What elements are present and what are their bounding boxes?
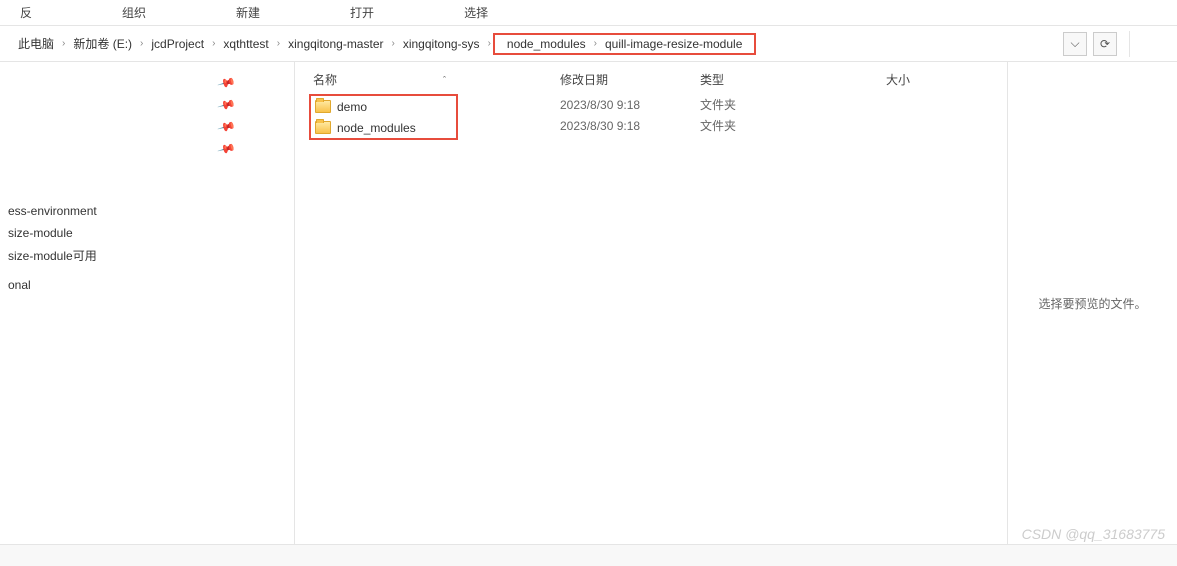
status-bar — [0, 544, 1177, 566]
column-type[interactable]: 类型 — [700, 71, 840, 88]
chevron-right-icon[interactable]: › — [275, 38, 282, 49]
highlighted-files: demo node_modules — [309, 94, 458, 140]
breadcrumb-item[interactable]: 新加卷 (E:) — [67, 35, 138, 52]
nav-item[interactable]: size-module可用 — [0, 244, 294, 266]
chevron-right-icon[interactable]: › — [592, 38, 599, 49]
pin-icon: 📌 — [217, 139, 237, 159]
file-row[interactable]: demo node_modules 2023/8/30 9:18文件夹2023/8/… — [295, 94, 1007, 140]
chevron-right-icon[interactable]: › — [138, 38, 145, 49]
nav-item[interactable]: size-module — [0, 222, 294, 244]
refresh-icon: ⟳ — [1100, 37, 1110, 51]
file-name-cell: demo — [311, 100, 367, 114]
breadcrumb-item[interactable]: jcdProject — [145, 37, 210, 51]
sort-indicator-icon: ˆ — [443, 75, 446, 85]
nav-item[interactable]: onal — [0, 274, 294, 296]
nav-label: onal — [4, 278, 31, 292]
chevron-right-icon[interactable]: › — [390, 38, 397, 49]
breadcrumb-item[interactable]: node_modules — [501, 37, 592, 51]
search-input[interactable] — [1129, 31, 1169, 57]
ribbon-toolbar: 反 组织 新建 打开 选择 — [0, 0, 1177, 26]
column-size[interactable]: 大小 — [840, 71, 920, 88]
column-headers: 名称 ˆ 修改日期 类型 大小 — [295, 66, 1007, 94]
nav-label: ess-environment — [4, 204, 97, 218]
highlighted-path: node_modules› quill-image-resize-module — [493, 33, 756, 55]
column-name[interactable]: 名称 ˆ — [295, 71, 560, 88]
file-name-cell: node_modules — [311, 121, 416, 135]
nav-label: size-module可用 — [4, 247, 97, 264]
file-row[interactable]: demo — [311, 96, 416, 117]
toolbar-item[interactable]: 反 — [10, 4, 112, 21]
file-name: demo — [337, 100, 367, 114]
dropdown-button[interactable]: ⌵ — [1063, 32, 1087, 56]
chevron-right-icon[interactable]: › — [210, 38, 217, 49]
pin-icon: 📌 — [217, 117, 237, 137]
address-controls: ⌵ ⟳ — [1055, 31, 1177, 57]
preview-pane: 选择要预览的文件。 — [1007, 62, 1177, 544]
column-date[interactable]: 修改日期 — [560, 71, 700, 88]
file-row[interactable]: node_modules — [311, 117, 416, 138]
preview-placeholder: 选择要预览的文件。 — [1038, 295, 1146, 312]
navigation-pane[interactable]: 📌 📌 📌 📌 ess-environment size-module size… — [0, 62, 295, 544]
file-list[interactable]: 名称 ˆ 修改日期 类型 大小 demo node_modules 2023/8/30… — [295, 62, 1007, 544]
address-bar: 此电脑› 新加卷 (E:)› jcdProject› xqthttest› xi… — [0, 26, 1177, 62]
breadcrumb-item[interactable]: quill-image-resize-module — [599, 37, 748, 51]
nav-item[interactable]: ess-environment — [0, 200, 294, 222]
refresh-button[interactable]: ⟳ — [1093, 32, 1117, 56]
file-type: 文件夹 — [700, 117, 840, 134]
watermark: CSDN @qq_31683775 — [1022, 526, 1165, 542]
file-type: 文件夹 — [700, 96, 840, 113]
main-area: 📌 📌 📌 📌 ess-environment size-module size… — [0, 62, 1177, 544]
pin-icon: 📌 — [217, 95, 237, 115]
toolbar-item[interactable]: 打开 — [340, 4, 454, 21]
pin-icon: 📌 — [217, 73, 237, 93]
breadcrumb-item[interactable]: 此电脑 — [12, 35, 60, 52]
folder-icon — [315, 100, 331, 113]
toolbar-item[interactable]: 选择 — [454, 4, 568, 21]
breadcrumb-item[interactable]: xingqitong-sys — [397, 37, 486, 51]
toolbar-item[interactable]: 组织 — [112, 4, 226, 21]
file-date: 2023/8/30 9:18 — [560, 98, 700, 112]
nav-label: size-module — [4, 226, 73, 240]
chevron-right-icon[interactable]: › — [60, 38, 67, 49]
column-label: 名称 — [313, 71, 337, 88]
file-date: 2023/8/30 9:18 — [560, 119, 700, 133]
breadcrumb[interactable]: 此电脑› 新加卷 (E:)› jcdProject› xqthttest› xi… — [0, 26, 1055, 61]
breadcrumb-item[interactable]: xqthttest — [217, 37, 274, 51]
toolbar-item[interactable]: 新建 — [226, 4, 340, 21]
file-name: node_modules — [337, 121, 416, 135]
folder-icon — [315, 121, 331, 134]
chevron-right-icon[interactable]: › — [486, 38, 493, 49]
breadcrumb-item[interactable]: xingqitong-master — [282, 37, 389, 51]
chevron-down-icon: ⌵ — [1070, 36, 1079, 51]
